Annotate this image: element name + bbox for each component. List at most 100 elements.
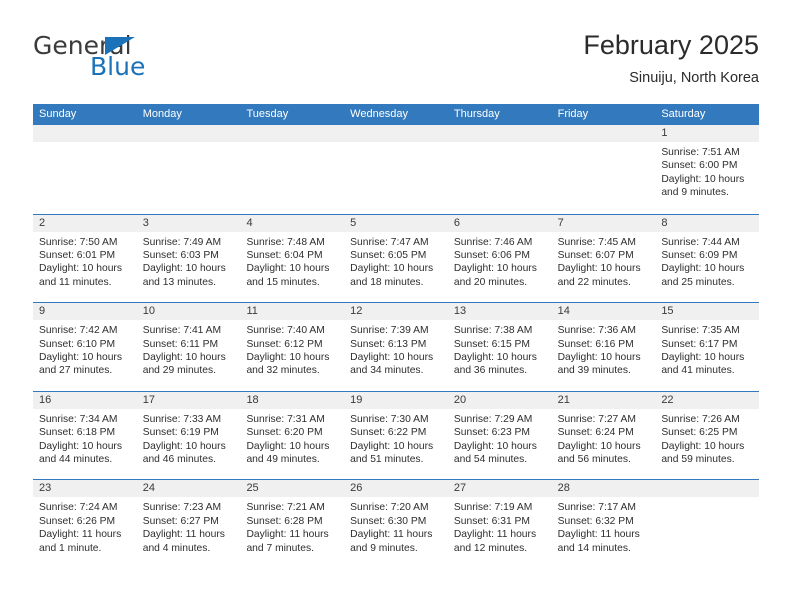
sunrise-text: Sunrise: 7:50 AM (39, 236, 118, 248)
daylight-text: Daylight: 10 hours and 44 minutes. (39, 440, 122, 465)
calendar-day-cell[interactable]: 28 Sunrise: 7:17 AM Sunset: 6:32 PM Dayligh… (551, 480, 656, 568)
day-sun-info (448, 142, 552, 146)
calendar-day-cell-empty (33, 125, 137, 214)
day-number: 20 (447, 391, 552, 409)
calendar-day-cell[interactable]: 8 Sunrise: 7:44 AM Sunset: 6:09 PM Daylight… (655, 214, 760, 303)
sunset-text: Sunset: 6:26 PM (39, 515, 116, 527)
calendar-day-cell[interactable]: 1 Sunrise: 7:51 AM Sunset: 6:00 PM Daylight… (655, 125, 760, 214)
sunset-text: Sunset: 6:16 PM (557, 338, 634, 350)
sunset-text: Sunset: 6:10 PM (39, 338, 116, 350)
calendar-day-cell[interactable]: 15 Sunrise: 7:35 AM Sunset: 6:17 PM Dayligh… (655, 303, 760, 391)
calendar-day-cell[interactable]: 12 Sunrise: 7:39 AM Sunset: 6:13 PM Dayligh… (344, 303, 448, 391)
day-number: 15 (655, 303, 760, 321)
calendar-day-cell-empty (344, 125, 448, 214)
page-header: General Blue February 2025 Sinuiju, Nort… (33, 28, 759, 100)
daylight-text: Daylight: 10 hours and 15 minutes. (246, 263, 330, 288)
sunset-text: Sunset: 6:27 PM (142, 515, 219, 527)
calendar-day-cell[interactable]: 3 Sunrise: 7:49 AM Sunset: 6:03 PM Daylight… (136, 214, 241, 303)
weekday-header-row: Sunday Monday Tuesday Wednesday Thursday Frid… (33, 104, 759, 125)
sunset-text: Sunset: 6:07 PM (557, 250, 634, 261)
calendar-day-cell[interactable]: 23 Sunrise: 7:24 AM Sunset: 6:26 PM Dayligh… (33, 480, 137, 568)
sunset-text: Sunset: 6:06 PM (453, 250, 531, 261)
sunrise-text: Sunrise: 7:46 AM (453, 236, 533, 248)
calendar-day-cell[interactable]: 20 Sunrise: 7:29 AM Sunset: 6:23 PM Dayligh… (447, 391, 552, 480)
day-number: 8 (655, 214, 760, 232)
daylight-text: Daylight: 10 hours and 32 minutes. (246, 352, 330, 377)
sunrise-text: Sunrise: 7:48 AM (246, 236, 325, 248)
daylight-text: Daylight: 10 hours and 36 minutes. (453, 352, 537, 377)
day-sun-info (655, 497, 759, 501)
calendar-day-cell[interactable]: 24 Sunrise: 7:23 AM Sunset: 6:27 PM Dayligh… (136, 480, 241, 568)
calendar-grid: Sunday Monday Tuesday Wednesday Thursday Frid… (33, 104, 760, 568)
day-sun-info: Sunrise: 7:42 AM Sunset: 6:10 PM Daylight:… (33, 320, 137, 378)
calendar-day-cell[interactable]: 19 Sunrise: 7:30 AM Sunset: 6:22 PM Dayligh… (344, 391, 448, 480)
daylight-text: Daylight: 10 hours and 25 minutes. (661, 263, 745, 288)
daylight-text: Daylight: 11 hours and 7 minutes. (246, 529, 329, 554)
sunrise-text: Sunrise: 7:24 AM (39, 502, 118, 514)
calendar-day-cell[interactable]: 4 Sunrise: 7:48 AM Sunset: 6:04 PM Daylight… (240, 214, 345, 303)
daylight-text: Daylight: 10 hours and 56 minutes. (557, 440, 641, 465)
day-number: 6 (447, 214, 552, 232)
sunrise-text: Sunrise: 7:34 AM (39, 413, 118, 425)
sunset-text: Sunset: 6:30 PM (350, 515, 427, 527)
calendar-day-cell[interactable]: 27 Sunrise: 7:19 AM Sunset: 6:31 PM Dayligh… (447, 480, 552, 568)
day-number (33, 125, 137, 142)
calendar-day-cell[interactable]: 5 Sunrise: 7:47 AM Sunset: 6:05 PM Daylight… (344, 214, 448, 303)
calendar-day-cell[interactable]: 11 Sunrise: 7:40 AM Sunset: 6:12 PM Dayligh… (240, 303, 345, 391)
sunrise-text: Sunrise: 7:44 AM (661, 236, 740, 248)
calendar-day-cell[interactable]: 21 Sunrise: 7:27 AM Sunset: 6:24 PM Dayligh… (551, 391, 656, 480)
day-number: 14 (551, 303, 656, 321)
daylight-text: Daylight: 10 hours and 51 minutes. (350, 440, 434, 465)
sunset-text: Sunset: 6:22 PM (350, 427, 427, 439)
logo-text-blue: Blue (90, 52, 146, 81)
calendar-week-row: 16 Sunrise: 7:34 AM Sunset: 6:18 PM Dayligh… (33, 390, 760, 480)
calendar-day-cell[interactable]: 6 Sunrise: 7:46 AM Sunset: 6:06 PM Daylight… (447, 214, 552, 303)
day-number (655, 480, 760, 498)
day-sun-info: Sunrise: 7:44 AM Sunset: 6:09 PM Daylight:… (655, 232, 759, 290)
day-number: 11 (240, 303, 345, 321)
sunrise-text: Sunrise: 7:23 AM (142, 502, 222, 514)
sunrise-text: Sunrise: 7:20 AM (350, 502, 429, 514)
day-number (447, 125, 552, 142)
calendar-day-cell[interactable]: 18 Sunrise: 7:31 AM Sunset: 6:20 PM Dayligh… (240, 391, 345, 480)
calendar-day-cell[interactable]: 22 Sunrise: 7:26 AM Sunset: 6:25 PM Dayligh… (655, 391, 760, 480)
calendar-day-cell[interactable]: 13 Sunrise: 7:38 AM Sunset: 6:15 PM Dayligh… (447, 303, 552, 391)
title-block: February 2025 Sinuiju, North Korea (583, 28, 759, 87)
daylight-text: Daylight: 10 hours and 49 minutes. (246, 440, 330, 465)
sunrise-text: Sunrise: 7:26 AM (661, 413, 740, 425)
day-number: 19 (344, 391, 448, 409)
calendar-day-cell[interactable]: 17 Sunrise: 7:33 AM Sunset: 6:19 PM Dayligh… (136, 391, 241, 480)
day-sun-info (344, 142, 448, 146)
sunrise-text: Sunrise: 7:33 AM (142, 413, 222, 425)
day-number: 10 (136, 303, 241, 321)
calendar-day-cell[interactable]: 2 Sunrise: 7:50 AM Sunset: 6:01 PM Daylight… (33, 214, 137, 303)
day-number: 16 (33, 391, 137, 409)
sunrise-text: Sunrise: 7:41 AM (142, 325, 222, 337)
calendar-day-cell[interactable]: 14 Sunrise: 7:36 AM Sunset: 6:16 PM Dayligh… (551, 303, 656, 391)
day-sun-info: Sunrise: 7:19 AM Sunset: 6:31 PM Daylight:… (448, 497, 552, 555)
day-sun-info (552, 142, 656, 146)
calendar-day-cell[interactable]: 10 Sunrise: 7:41 AM Sunset: 6:11 PM Dayligh… (136, 303, 241, 391)
calendar-day-cell-empty (655, 480, 760, 568)
calendar-day-cell[interactable]: 16 Sunrise: 7:34 AM Sunset: 6:18 PM Dayligh… (33, 391, 137, 480)
calendar-day-cell-empty (447, 125, 552, 214)
daylight-text: Daylight: 10 hours and 39 minutes. (557, 352, 641, 377)
sunrise-text: Sunrise: 7:51 AM (661, 147, 740, 158)
calendar-day-cell[interactable]: 7 Sunrise: 7:45 AM Sunset: 6:07 PM Daylight… (551, 214, 656, 303)
day-sun-info: Sunrise: 7:31 AM Sunset: 6:20 PM Daylight:… (240, 409, 344, 467)
calendar-week-row: 23 Sunrise: 7:24 AM Sunset: 6:26 PM Dayligh… (33, 479, 760, 568)
daylight-text: Daylight: 10 hours and 59 minutes. (661, 440, 745, 465)
day-number (136, 125, 241, 142)
calendar-day-cell[interactable]: 25 Sunrise: 7:21 AM Sunset: 6:28 PM Dayligh… (240, 480, 345, 568)
general-blue-logo[interactable]: General Blue (33, 32, 253, 92)
day-sun-info: Sunrise: 7:39 AM Sunset: 6:13 PM Daylight:… (344, 320, 448, 378)
calendar-day-cell[interactable]: 9 Sunrise: 7:42 AM Sunset: 6:10 PM Daylight… (33, 303, 137, 391)
daylight-text: Daylight: 10 hours and 54 minutes. (453, 440, 537, 465)
day-number: 12 (344, 303, 448, 321)
calendar-day-cell[interactable]: 26 Sunrise: 7:20 AM Sunset: 6:30 PM Dayligh… (344, 480, 448, 568)
day-number: 7 (551, 214, 656, 232)
daylight-text: Daylight: 10 hours and 20 minutes. (453, 263, 537, 288)
day-number: 27 (447, 480, 552, 498)
daylight-text: Daylight: 11 hours and 4 minutes. (142, 529, 225, 554)
sunset-text: Sunset: 6:25 PM (661, 427, 738, 439)
